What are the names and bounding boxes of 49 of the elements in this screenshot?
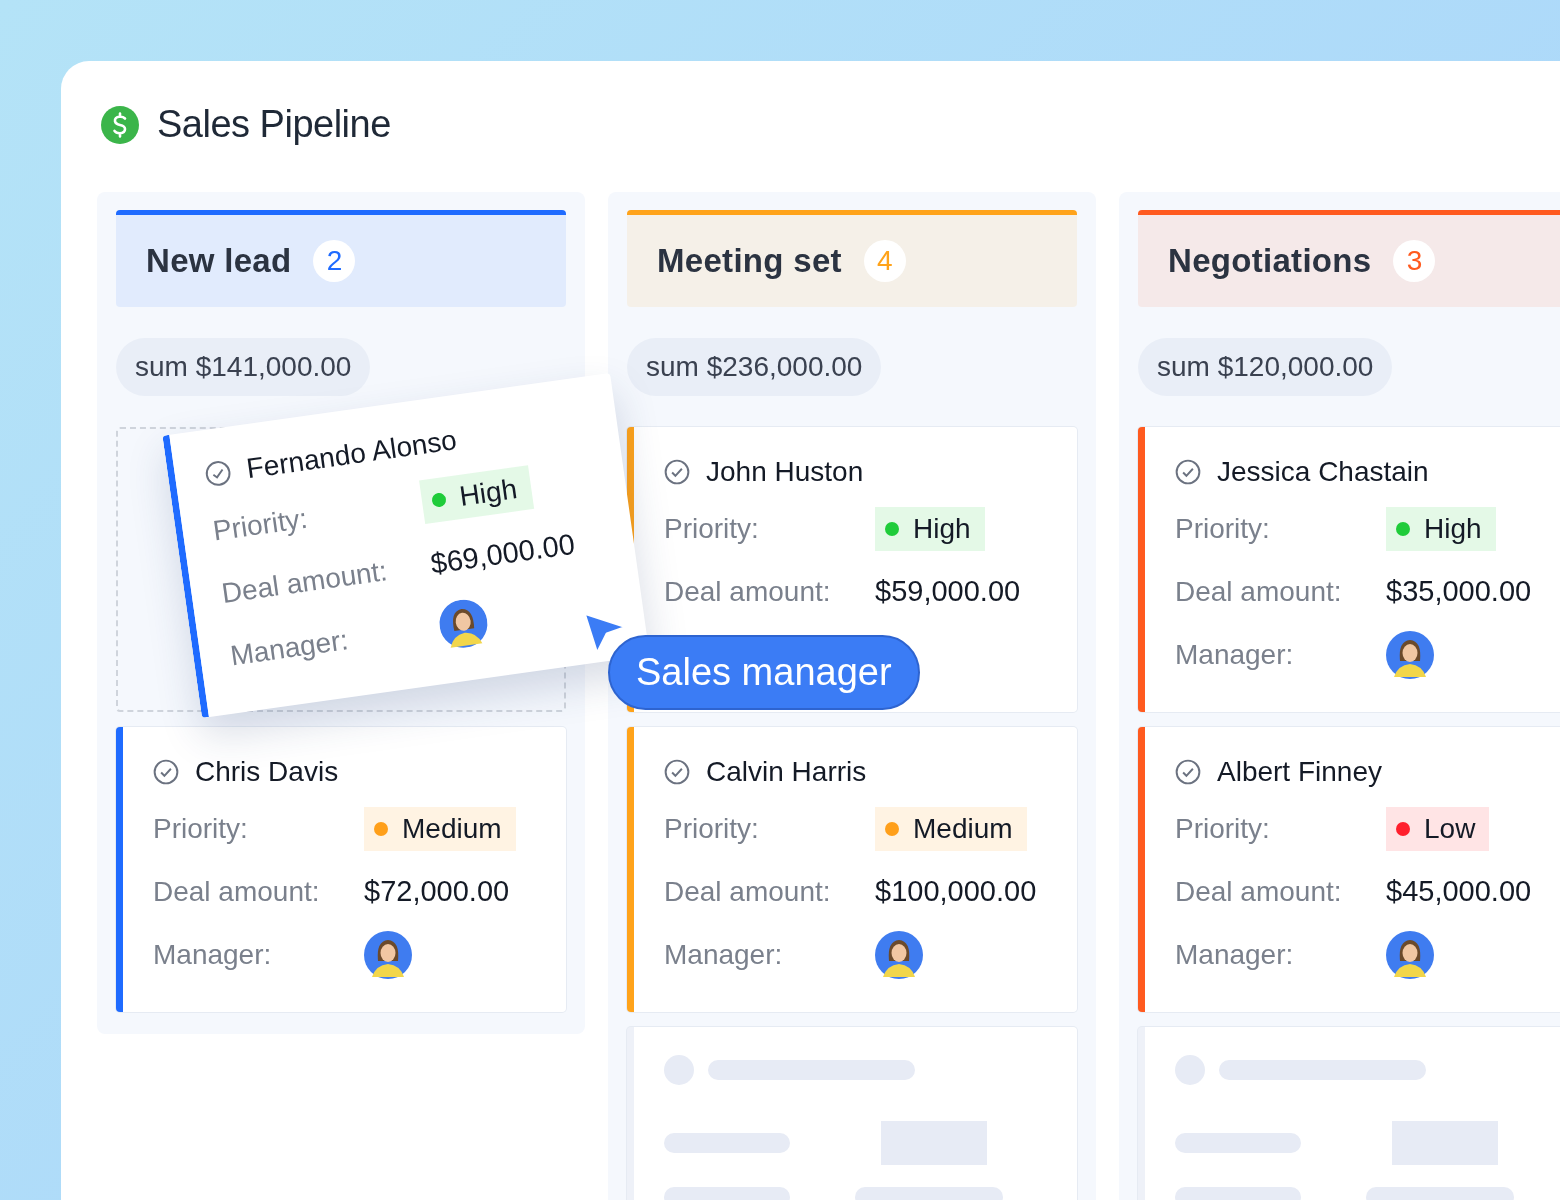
priority-label: Priority: — [210, 501, 311, 548]
deal-amount-label: Deal amount: — [1175, 875, 1343, 908]
deal-amount-label: Deal amount: — [664, 575, 832, 608]
deal-card[interactable]: Albert Finney Priority: Low Deal amount: $45,000.00 Manager: — [1138, 727, 1560, 1012]
deal-name: Jessica Chastain — [1217, 456, 1429, 488]
deal-name: Calvin Harris — [706, 756, 867, 788]
deal-name: Chris Davis — [195, 756, 339, 788]
manager-label: Manager: — [228, 622, 351, 672]
priority-label: Priority: — [153, 812, 249, 845]
priority-badge: Low — [1386, 806, 1490, 851]
priority-badge: High — [875, 506, 985, 551]
column-title: Meeting set — [657, 242, 842, 280]
column-sum: sum $141,000.00 — [116, 338, 371, 396]
priority-badge: Medium — [875, 806, 1027, 851]
priority-badge: Medium — [364, 806, 516, 851]
priority-label: Priority: — [1175, 512, 1271, 545]
deal-amount: $35,000.00 — [1386, 575, 1532, 608]
priority-badge: High — [419, 464, 534, 524]
priority-badge: High — [1386, 506, 1496, 551]
deal-card[interactable]: Calvin Harris Priority: Medium Deal amount: $100,000.00 Manager: — [627, 727, 1077, 1012]
deal-name: Albert Finney — [1217, 756, 1382, 788]
deal-amount-label: Deal amount: — [153, 875, 321, 908]
deal-amount: $59,000.00 — [875, 575, 1021, 608]
manager-label: Manager: — [1175, 638, 1295, 671]
deal-amount: $69,000.00 — [428, 527, 577, 581]
count-badge: 4 — [863, 240, 906, 282]
deal-amount: $100,000.00 — [875, 875, 1037, 908]
deal-amount-label: Deal amount: — [219, 553, 390, 610]
manager-label: Manager: — [664, 938, 784, 971]
count-badge: 2 — [313, 240, 356, 282]
deal-amount: $72,000.00 — [364, 875, 510, 908]
deal-amount: $45,000.00 — [1386, 875, 1532, 908]
deal-card[interactable]: Jessica Chastain Priority: High Deal amount: $35,000.00 Manager: — [1138, 427, 1560, 712]
deal-amount-label: Deal amount: — [1175, 575, 1343, 608]
deal-name: John Huston — [706, 456, 864, 488]
column-title: New lead — [146, 242, 292, 280]
priority-label: Priority: — [664, 812, 760, 845]
deal-amount-label: Deal amount: — [664, 875, 832, 908]
manager-label: Manager: — [1175, 938, 1295, 971]
priority-label: Priority: — [664, 512, 760, 545]
deal-card[interactable]: Chris Davis Priority: Medium Deal amount: $72,000.00 Manager: — [116, 727, 566, 1012]
cursor-label: Sales manager — [608, 635, 920, 710]
column-title: Negotiations — [1168, 242, 1372, 280]
count-badge: 3 — [1393, 240, 1436, 282]
manager-label: Manager: — [153, 938, 273, 971]
column-sum: sum $236,000.00 — [627, 338, 882, 396]
page-title: Sales Pipeline — [157, 103, 391, 146]
column-sum: sum $120,000.00 — [1138, 338, 1393, 396]
priority-label: Priority: — [1175, 812, 1271, 845]
